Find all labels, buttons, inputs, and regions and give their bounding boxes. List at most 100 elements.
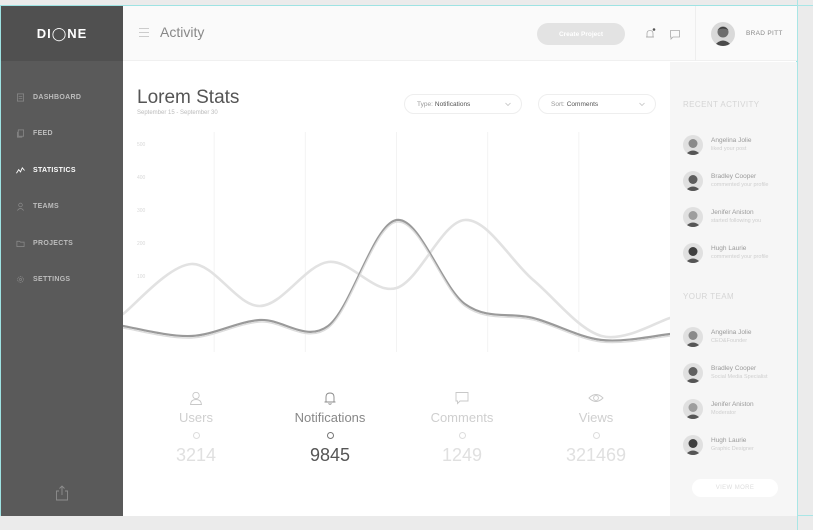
stat-indicator [592, 432, 600, 439]
view-more-button[interactable]: VIEW MORE [692, 479, 778, 497]
logo-bar: DI◯NE [1, 6, 123, 61]
stat-card-users[interactable]: Users 3214 [137, 370, 255, 480]
header-divider [695, 6, 696, 61]
stat-card-views[interactable]: Views 321469 [537, 370, 655, 480]
y-tick-label: 400 [137, 175, 146, 181]
sidebar-item-label: SETTINGS [33, 276, 71, 284]
recent-activity-heading: RECENT ACTIVITY [683, 100, 760, 109]
sidebar-item-label: TEAMS [33, 203, 59, 211]
sidebar-item-label: DASHBOARD [33, 93, 82, 101]
y-tick-label: 300 [137, 208, 146, 214]
comment-icon [455, 392, 469, 405]
stat-card-notifications[interactable]: Notifications 9845 [271, 370, 389, 480]
main-content: Lorem Stats September 15 - September 30 … [121, 62, 672, 516]
person-detail: liked your post [711, 146, 747, 152]
person-item[interactable]: Angelina Jolie CEO&Founder [683, 327, 793, 353]
person-detail: CEO&Founder [711, 338, 748, 344]
person-name: Angelina Jolie [711, 329, 752, 336]
person-item[interactable]: Angelina Jolie liked your post [683, 135, 793, 161]
type-filter-value: Notifications [434, 100, 471, 108]
person-detail: commented your profile [711, 182, 769, 188]
sidebar-item-dashboard[interactable]: DASHBOARD [1, 79, 123, 116]
y-tick-label: 100 [137, 274, 146, 280]
person-item[interactable]: Jenifer Aniston started following you [683, 207, 793, 233]
y-tick-label: 200 [137, 241, 146, 247]
settings-icon [15, 275, 25, 285]
sidebar-item-teams[interactable]: TEAMS [1, 189, 123, 226]
activity-chart: 500 400 300 200 100 [121, 132, 672, 352]
avatar[interactable] [683, 363, 703, 383]
menu-icon[interactable] [139, 28, 149, 37]
stat-label: Comments [430, 410, 494, 425]
eye-icon [588, 394, 604, 402]
person-item[interactable]: Hugh Laurie commented your profile [683, 243, 793, 269]
line-chart-svg [121, 132, 672, 352]
chevron-down-icon [639, 102, 645, 106]
stat-label: Users [179, 410, 213, 425]
logo[interactable]: DI◯NE [37, 26, 88, 42]
avatar[interactable] [683, 435, 703, 455]
avatar[interactable] [683, 207, 703, 227]
person-detail: Moderator [711, 410, 737, 416]
person-item[interactable]: Bradley Cooper Social Media Specialist [683, 363, 793, 389]
guide-line-vertical [797, 0, 798, 530]
sidebar-nav: DASHBOARD FEED STATISTICS TEAMS PROJECTS… [1, 79, 123, 298]
user-avatar[interactable] [711, 22, 735, 46]
person-item[interactable]: Jenifer Aniston Moderator [683, 399, 793, 425]
top-header: Activity Create Project BRAD PITT [123, 6, 797, 61]
stats-title: Lorem Stats [137, 87, 240, 108]
create-project-button[interactable]: Create Project [537, 23, 625, 45]
sidebar: DI◯NE DASHBOARD FEED STATISTICS TEAMS PR… [1, 6, 123, 516]
type-filter-select[interactable]: Type: Notifications [404, 94, 522, 114]
avatar[interactable] [683, 135, 703, 155]
user-name[interactable]: BRAD PITT [746, 30, 783, 37]
person-name: Hugh Laurie [711, 245, 747, 252]
person-item[interactable]: Bradley Cooper commented your profile [683, 171, 793, 197]
stat-indicator [458, 432, 466, 439]
stat-value: 3214 [175, 445, 217, 465]
stat-card-comments[interactable]: Comments 1249 [403, 370, 521, 480]
sidebar-item-statistics[interactable]: STATISTICS [1, 152, 123, 189]
sidebar-item-label: PROJECTS [33, 239, 74, 247]
sidebar-item-projects[interactable]: PROJECTS [1, 225, 123, 262]
person-item[interactable]: Hugh Laurie Graphic Designer [683, 435, 793, 461]
person-name: Hugh Laurie [711, 437, 747, 444]
avatar[interactable] [683, 171, 703, 191]
avatar[interactable] [683, 399, 703, 419]
sidebar-item-settings[interactable]: SETTINGS [1, 262, 123, 299]
right-panel: RECENT ACTIVITY Angelina Jolie liked your… [670, 62, 797, 516]
sort-filter-select[interactable]: Sort: Comments [538, 94, 656, 114]
person-name: Jenifer Aniston [711, 401, 754, 408]
y-tick-label: 500 [137, 142, 146, 148]
type-filter-prefix: Type: [417, 100, 433, 108]
statistics-icon [15, 165, 25, 175]
share-icon[interactable] [53, 484, 71, 502]
avatar[interactable] [683, 327, 703, 347]
app-window: DI◯NE DASHBOARD FEED STATISTICS TEAMS PR… [0, 5, 797, 516]
your-team-heading: YOUR TEAM [683, 292, 735, 301]
stat-value: 321469 [565, 445, 627, 465]
sort-filter-value: Comments [566, 100, 599, 108]
sidebar-item-feed[interactable]: FEED [1, 116, 123, 153]
messages-icon[interactable] [669, 29, 681, 40]
person-detail: commented your profile [711, 254, 769, 260]
person-name: Angelina Jolie [711, 137, 752, 144]
stat-indicator [192, 432, 200, 439]
projects-icon [15, 238, 25, 248]
person-detail: Social Media Specialist [711, 374, 768, 380]
chevron-down-icon [505, 102, 511, 106]
sidebar-item-label: FEED [33, 130, 53, 138]
user-icon [190, 391, 202, 405]
person-detail: Graphic Designer [711, 446, 754, 452]
notifications-bell-icon[interactable] [644, 28, 656, 40]
page-title: Activity [160, 24, 205, 40]
person-name: Jenifer Aniston [711, 209, 754, 216]
sort-filter-prefix: Sort: [551, 100, 565, 108]
stat-value: 9845 [309, 445, 351, 465]
stat-indicator [326, 432, 334, 439]
avatar[interactable] [683, 243, 703, 263]
stat-value: 1249 [441, 445, 483, 465]
person-detail: started following you [711, 218, 762, 224]
stat-label: Views [578, 410, 614, 425]
feed-icon [15, 129, 25, 139]
